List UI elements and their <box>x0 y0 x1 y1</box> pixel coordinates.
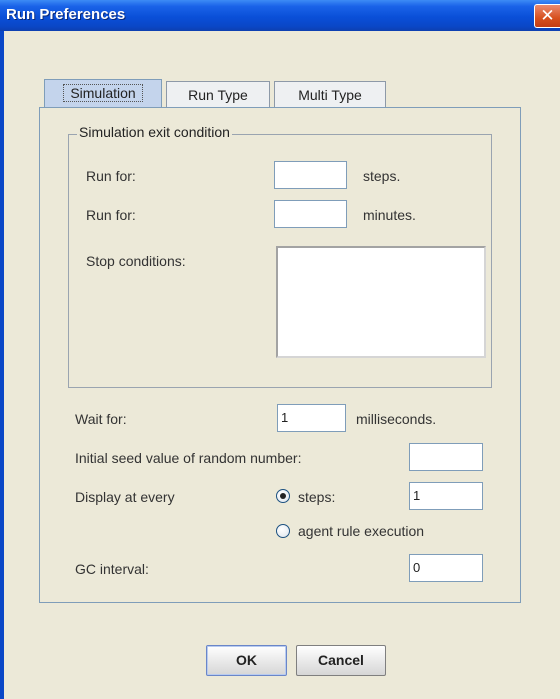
wait-unit-label: milliseconds. <box>356 411 437 427</box>
stop-conditions-label: Stop conditions: <box>86 253 186 269</box>
exit-condition-title: Simulation exit condition <box>77 124 232 140</box>
display-every-label: Display at every <box>75 489 175 505</box>
cancel-button[interactable]: Cancel <box>296 645 386 676</box>
close-icon[interactable]: ✕ <box>534 4 560 28</box>
tab-run-type[interactable]: Run Type <box>166 81 270 108</box>
stop-conditions-textarea[interactable] <box>276 246 486 358</box>
display-steps-input[interactable]: 1 <box>409 482 483 510</box>
steps-unit-label: steps. <box>363 168 401 184</box>
display-steps-radio[interactable] <box>276 489 290 503</box>
tab-simulation-label: Simulation <box>63 84 143 102</box>
gc-interval-input[interactable]: 0 <box>409 554 483 582</box>
seed-label: Initial seed value of random number: <box>75 450 302 466</box>
title-bar[interactable]: Run Preferences ✕ <box>0 0 560 31</box>
window-border <box>0 31 4 699</box>
wait-input[interactable]: 1 <box>277 404 346 432</box>
run-steps-input[interactable] <box>274 161 347 189</box>
display-steps-label[interactable]: steps: <box>298 489 335 505</box>
display-agent-radio[interactable] <box>276 524 290 538</box>
window-title: Run Preferences <box>6 6 126 23</box>
run-steps-label: Run for: <box>86 168 136 184</box>
run-preferences-dialog: Run Preferences ✕ Simulation Run Type Mu… <box>0 0 560 699</box>
seed-input[interactable] <box>409 443 483 471</box>
run-minutes-input[interactable] <box>274 200 347 228</box>
display-agent-label[interactable]: agent rule execution <box>298 523 424 539</box>
tab-multi-type[interactable]: Multi Type <box>274 81 386 108</box>
tab-simulation[interactable]: Simulation <box>44 79 162 110</box>
run-minutes-label: Run for: <box>86 207 136 223</box>
ok-button[interactable]: OK <box>206 645 287 676</box>
minutes-unit-label: minutes. <box>363 207 416 223</box>
gc-interval-label: GC interval: <box>75 561 149 577</box>
wait-label: Wait for: <box>75 411 127 427</box>
